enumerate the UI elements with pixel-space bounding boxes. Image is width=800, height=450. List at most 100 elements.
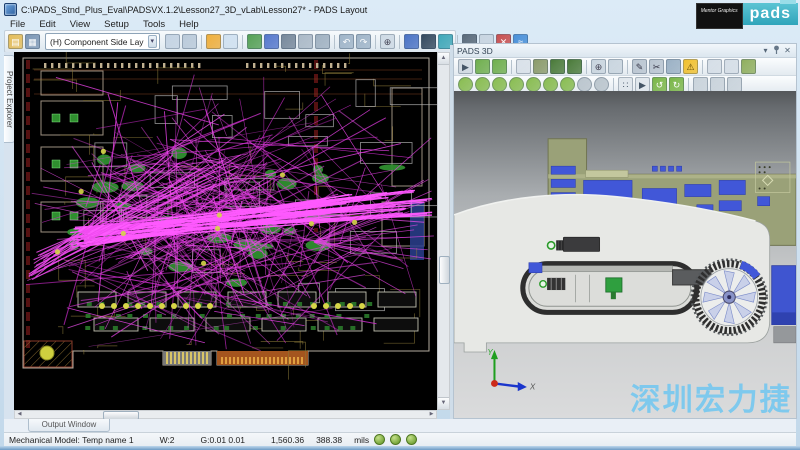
app-icon bbox=[4, 3, 17, 16]
menu-bar: FileEditViewSetupToolsHelp bbox=[4, 18, 205, 30]
toolbar-separator bbox=[399, 35, 400, 49]
chevron-down-icon[interactable]: ▾ bbox=[148, 35, 158, 48]
scroll-left-icon[interactable]: ◀ bbox=[15, 411, 24, 418]
snap-icon[interactable] bbox=[666, 59, 681, 74]
track-3d[interactable] bbox=[523, 263, 711, 313]
toolbar-separator bbox=[702, 60, 703, 74]
board-3d-icon[interactable] bbox=[533, 59, 548, 74]
print-preview-icon[interactable] bbox=[165, 34, 180, 49]
view-rotate-ccw-icon[interactable] bbox=[577, 77, 592, 92]
filter-blue-icon[interactable] bbox=[404, 34, 419, 49]
menu-item[interactable]: Setup bbox=[98, 19, 135, 30]
board-image-icon[interactable] bbox=[281, 34, 296, 49]
toolbar-separator bbox=[375, 35, 376, 49]
multi-view-icon[interactable]: ∷ bbox=[618, 77, 633, 92]
horizontal-scrollbar[interactable]: ◀ ▶ bbox=[14, 410, 437, 419]
menu-item[interactable]: Tools bbox=[137, 19, 171, 30]
eco-mode-icon[interactable] bbox=[247, 34, 262, 49]
undo-icon[interactable]: ↶ bbox=[339, 34, 354, 49]
toolbar-separator bbox=[586, 60, 587, 74]
pin-icon[interactable] bbox=[771, 45, 782, 57]
view-bottom-icon[interactable] bbox=[475, 77, 490, 92]
watermark-text: 深圳宏力捷 bbox=[630, 382, 792, 417]
view-isometric-icon[interactable] bbox=[560, 77, 575, 92]
status-x-coord: 1,560.36 bbox=[271, 435, 304, 445]
filter-dark-icon[interactable] bbox=[421, 34, 436, 49]
save-icon[interactable]: ▦ bbox=[25, 34, 40, 49]
redraw-icon[interactable] bbox=[182, 34, 197, 49]
vertical-scrollbar[interactable]: ▲ ▼ bbox=[437, 52, 450, 410]
menu-item[interactable]: Help bbox=[173, 19, 205, 30]
panel-menu-icon[interactable]: ▾ bbox=[760, 46, 771, 56]
report-icon[interactable] bbox=[707, 59, 722, 74]
open-icon[interactable]: ▤ bbox=[8, 34, 23, 49]
view-top-icon[interactable] bbox=[458, 77, 473, 92]
output-window-tab[interactable]: Output Window bbox=[28, 419, 110, 432]
scroll-right-icon[interactable]: ▶ bbox=[427, 411, 436, 418]
design-grid-icon[interactable] bbox=[264, 34, 279, 49]
brand-logos: Mentor Graphics pads bbox=[696, 3, 798, 29]
menu-item[interactable]: Edit bbox=[33, 19, 61, 30]
axis-x-label: X bbox=[529, 383, 536, 392]
left-dock-strip: Project Explorer bbox=[4, 52, 14, 419]
output-tab-row: Output Window bbox=[4, 419, 796, 432]
toolbar-separator bbox=[242, 35, 243, 49]
toolbar-separator bbox=[334, 35, 335, 49]
viewport-3d[interactable]: Y X 深圳宏力捷 bbox=[454, 91, 796, 418]
view-rotate-cw-icon[interactable] bbox=[594, 77, 609, 92]
status-bar: Mechanical Model: Temp name 1 W:2 G:0.01… bbox=[4, 432, 796, 446]
status-y-coord: 388.38 bbox=[316, 435, 342, 445]
title-bar[interactable]: C:\PADS_Stnd_Plus_Eval\PADSVX.1.2\Lesson… bbox=[4, 2, 796, 17]
select-icon[interactable]: ▶ bbox=[458, 59, 473, 74]
ddrc-warning-icon[interactable]: ⚠ bbox=[683, 59, 698, 74]
side-module-3d bbox=[772, 266, 796, 343]
zoom-icon[interactable]: ⊕ bbox=[380, 34, 395, 49]
view-left-icon[interactable] bbox=[526, 77, 541, 92]
redo-icon[interactable]: ↷ bbox=[356, 34, 371, 49]
layer-selector-combo[interactable]: (H) Component Side Lay ▾ bbox=[45, 33, 160, 50]
push-component-icon[interactable] bbox=[492, 59, 507, 74]
menu-item[interactable]: File bbox=[4, 19, 31, 30]
pointer-3d-icon[interactable]: ▶ bbox=[635, 77, 650, 92]
viewport-3d-wrap: Y X 深圳宏力捷 bbox=[454, 91, 796, 418]
status-led-2[interactable] bbox=[390, 434, 401, 445]
library-icon[interactable] bbox=[206, 34, 221, 49]
close-icon[interactable]: ✕ bbox=[782, 46, 793, 56]
status-led-1[interactable] bbox=[374, 434, 385, 445]
menu-item[interactable]: View bbox=[64, 19, 96, 30]
spin-left-icon[interactable]: ↺ bbox=[652, 77, 667, 92]
scroll-down-icon[interactable]: ▼ bbox=[438, 397, 449, 409]
archive-icon[interactable] bbox=[223, 34, 238, 49]
toolbar-separator bbox=[688, 78, 689, 92]
zoom-window-icon[interactable]: ⊕ bbox=[591, 59, 606, 74]
show-enclosure-icon[interactable] bbox=[550, 59, 565, 74]
scroll-up-icon[interactable]: ▲ bbox=[438, 53, 449, 65]
hide-enclosure-icon[interactable] bbox=[567, 59, 582, 74]
cut-plane-icon[interactable]: ✂ bbox=[649, 59, 664, 74]
move-component-icon[interactable] bbox=[475, 59, 490, 74]
export-model-icon[interactable] bbox=[741, 59, 756, 74]
layout-canvas[interactable] bbox=[14, 52, 437, 410]
layer-mid-icon[interactable] bbox=[710, 77, 725, 92]
layer-down-icon[interactable] bbox=[727, 77, 742, 92]
toolbar-separator bbox=[201, 35, 202, 49]
status-led-3[interactable] bbox=[406, 434, 417, 445]
pads-3d-titlebar[interactable]: PADS 3D ▾ ✕ bbox=[454, 44, 796, 58]
window-bottom-edge bbox=[0, 446, 800, 450]
copy-image-icon[interactable] bbox=[724, 59, 739, 74]
view-back-icon[interactable] bbox=[509, 77, 524, 92]
zoom-fit-icon[interactable] bbox=[608, 59, 623, 74]
view-right-icon[interactable] bbox=[543, 77, 558, 92]
view-front-icon[interactable] bbox=[492, 77, 507, 92]
board-view-icon[interactable] bbox=[516, 59, 531, 74]
toolbar-separator bbox=[511, 60, 512, 74]
pads-logo: pads bbox=[743, 3, 798, 25]
pads-3d-title: PADS 3D bbox=[457, 46, 760, 56]
move-icon[interactable] bbox=[315, 34, 330, 49]
measure-icon[interactable] bbox=[298, 34, 313, 49]
measure-3d-icon[interactable]: ✎ bbox=[632, 59, 647, 74]
status-width: W:2 bbox=[160, 435, 175, 445]
layer-up-icon[interactable] bbox=[693, 77, 708, 92]
vertical-scroll-thumb[interactable] bbox=[439, 256, 450, 284]
spin-right-icon[interactable]: ↻ bbox=[669, 77, 684, 92]
